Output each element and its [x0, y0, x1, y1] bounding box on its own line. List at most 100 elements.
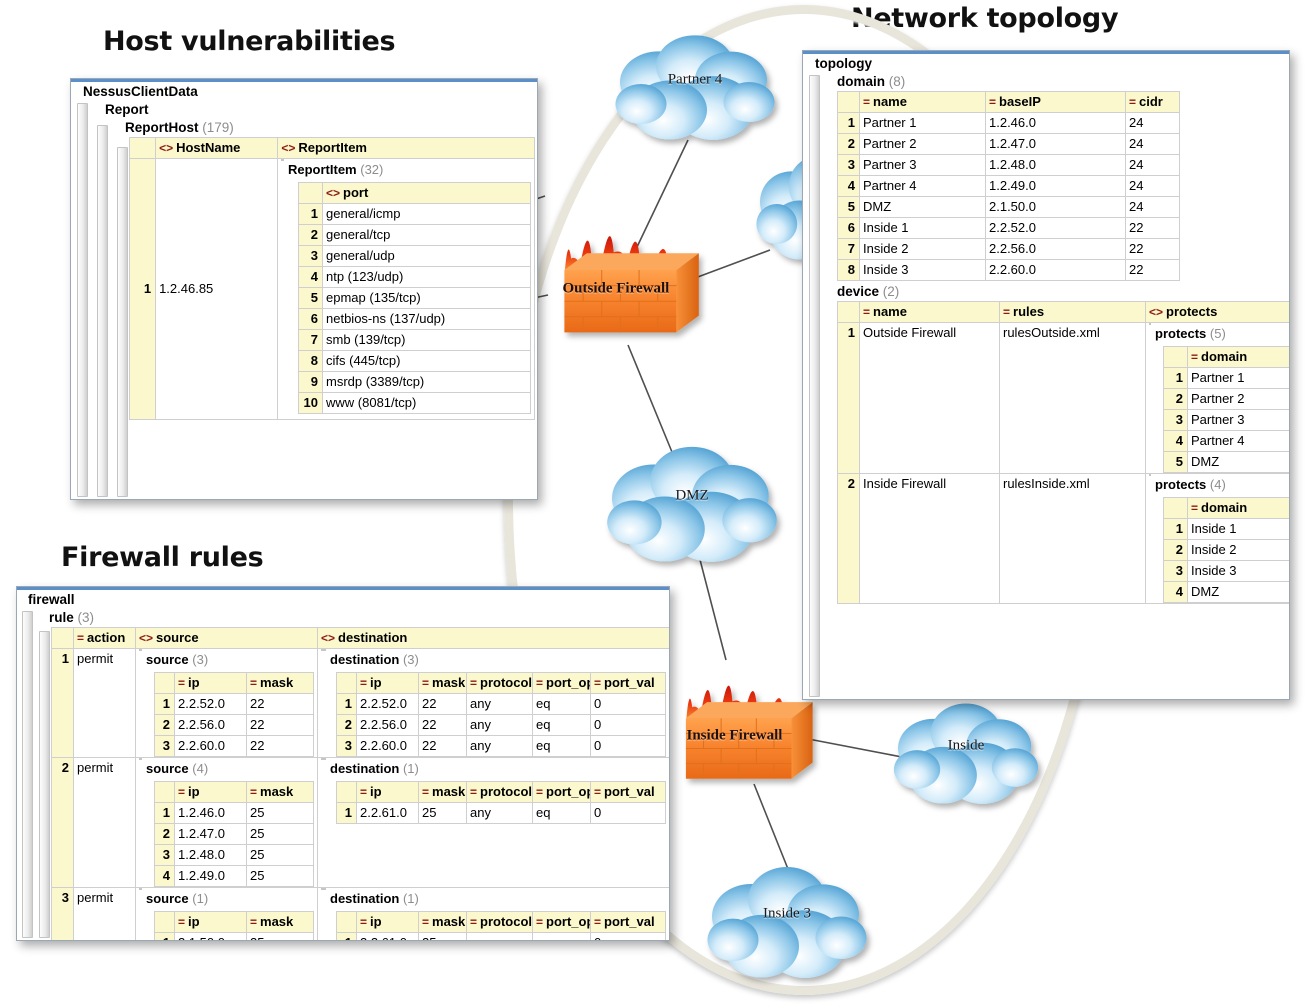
destination-col-ip[interactable]: = ip — [356, 781, 419, 803]
destination-row-protocol[interactable]: any — [466, 802, 533, 824]
domain-row-name[interactable]: Inside 3 — [859, 259, 986, 281]
protects-row-domain[interactable]: Partner 3 — [1187, 409, 1289, 431]
source-table[interactable]: =ip=mask12.1.50.025 — [154, 911, 314, 940]
device-row-rules[interactable]: rulesOutside.xml — [999, 322, 1146, 474]
domain-row-name[interactable]: Partner 1 — [859, 112, 986, 134]
destination-row-mask[interactable]: 25 — [418, 932, 467, 940]
source-node[interactable]: source (3) — [142, 650, 314, 673]
domain-row-baseip[interactable]: 1.2.49.0 — [985, 175, 1126, 197]
destination-node[interactable]: destination (1) — [326, 889, 666, 912]
domain-row-cidr[interactable]: 24 — [1125, 175, 1180, 197]
domain-col-name[interactable]: = name — [859, 91, 986, 113]
destination-table[interactable]: = ip = mask = protocol = port_op = port_val 1 2.2.5… — [336, 672, 666, 757]
domain-row-cidr[interactable]: 24 — [1125, 196, 1180, 218]
fw-row-destination-cell[interactable]: destination (1) = ip = mask = protocol = port_op… — [317, 757, 669, 888]
source-row-ip[interactable]: 1.2.49.0 — [174, 865, 247, 887]
destination-col-port-val[interactable]: = port_val — [590, 781, 666, 803]
protects-row-domain[interactable]: Inside 1 — [1187, 518, 1289, 540]
destination-row-ip[interactable]: 2.2.61.0 — [356, 802, 419, 824]
source-row-mask[interactable]: 25 — [246, 802, 314, 824]
destination-row-mask[interactable]: 25 — [418, 802, 467, 824]
source-table[interactable]: = ip = mask 1 2.2.52.0 22 2 2.2.56.0 22 3 2.2.60.0 2… — [154, 672, 314, 757]
destination-col-ip[interactable]: = ip — [356, 911, 419, 933]
network-topology-panel[interactable]: topology domain (8) = name = baseIP = cidr … — [802, 50, 1290, 700]
source-row-ip[interactable]: 1.2.47.0 — [174, 823, 247, 845]
source-col-ip[interactable]: = ip — [174, 781, 247, 803]
destination-col-mask[interactable]: = mask — [418, 781, 467, 803]
source-col-mask[interactable]: = mask — [246, 672, 314, 694]
domain-row-name[interactable]: Inside 2 — [859, 238, 986, 260]
destination-row-port-val[interactable]: 0 — [590, 932, 666, 940]
host-row-hostname[interactable]: 1.2.46.85 — [155, 158, 279, 420]
domain-row-cidr[interactable]: 22 — [1125, 217, 1180, 239]
destination-row-mask[interactable]: 22 — [418, 714, 467, 736]
destination-node[interactable]: destination (1) — [326, 759, 666, 782]
protects-row-domain[interactable]: Partner 4 — [1187, 430, 1289, 452]
fw-row-action[interactable]: permit — [73, 757, 136, 888]
destination-col-protocol[interactable]: = protocol — [466, 672, 533, 694]
source-node[interactable]: source (1) — [142, 889, 314, 912]
destination-row-protocol[interactable]: any — [466, 714, 533, 736]
domain-row-baseip[interactable]: 2.1.50.0 — [985, 196, 1126, 218]
port-row-value[interactable]: general/udp — [322, 245, 531, 267]
destination-row-port-op[interactable]: eq — [532, 932, 591, 940]
firewall-rules-table[interactable]: = action <> source <> destination 1 permit so… — [51, 627, 669, 940]
destination-col-protocol[interactable]: = protocol — [466, 911, 533, 933]
domain-row-name[interactable]: DMZ — [859, 196, 986, 218]
device-col-rules[interactable]: = rules — [999, 301, 1146, 323]
port-row-value[interactable]: smb (139/tcp) — [322, 329, 531, 351]
tree-rail-level1[interactable] — [77, 103, 88, 497]
destination-row-port-op[interactable]: eq — [532, 714, 591, 736]
destination-row-ip[interactable]: 2.2.61.0 — [356, 932, 419, 940]
tree-rail-topology[interactable] — [809, 75, 820, 697]
destination-table[interactable]: =ip=mask=protocol=port_op=port_val12.2.6… — [336, 911, 666, 940]
domain-row-name[interactable]: Partner 4 — [859, 175, 986, 197]
domain-table[interactable]: = name = baseIP = cidr 1 Partner 1 1.2.46.0 24… — [837, 91, 1283, 281]
source-row-ip[interactable]: 2.2.60.0 — [174, 735, 247, 757]
destination-col-port-op[interactable]: = port_op — [532, 781, 591, 803]
source-row-ip[interactable]: 1.2.46.0 — [174, 802, 247, 824]
destination-row-port-op[interactable]: eq — [532, 735, 591, 757]
destination-row-port-val[interactable]: 0 — [590, 714, 666, 736]
domain-row-cidr[interactable]: 24 — [1125, 154, 1180, 176]
destination-col-protocol[interactable]: = protocol — [466, 781, 533, 803]
destination-row-protocol[interactable]: any — [466, 693, 533, 715]
destination-row-mask[interactable]: 22 — [418, 735, 467, 757]
tree-rail-firewall[interactable] — [22, 611, 33, 938]
source-row-mask[interactable]: 25 — [246, 865, 314, 887]
source-col-mask[interactable]: = mask — [246, 911, 314, 933]
source-row-ip[interactable]: 2.1.50.0 — [174, 932, 247, 940]
host-node-reporthost[interactable]: ReportHost (179) — [109, 119, 537, 137]
port-row-value[interactable]: general/tcp — [322, 224, 531, 246]
protects-row-domain[interactable]: DMZ — [1187, 451, 1289, 473]
host-row-reportitem-cell[interactable]: ReportItem (32) <> port 1 general/icmp 2… — [277, 158, 535, 420]
source-col-mask[interactable]: = mask — [246, 781, 314, 803]
protects-node[interactable]: protects (5) — [1151, 324, 1289, 347]
host-col-reportitem[interactable]: <> ReportItem — [277, 137, 535, 159]
destination-row-port-op[interactable]: eq — [532, 693, 591, 715]
domain-row-baseip[interactable]: 1.2.48.0 — [985, 154, 1126, 176]
protects-table[interactable]: = domain 1 Inside 1 2 Inside 2 3 Inside 3 4 DMZ — [1163, 497, 1289, 603]
tree-rail-rule[interactable] — [39, 631, 50, 938]
protects-col-domain[interactable]: = domain — [1187, 346, 1289, 368]
device-col-protects[interactable]: <> protects — [1145, 301, 1289, 323]
destination-row-port-op[interactable]: eq — [532, 802, 591, 824]
port-row-value[interactable]: msrdp (3389/tcp) — [322, 371, 531, 393]
domain-row-baseip[interactable]: 2.2.52.0 — [985, 217, 1126, 239]
domain-row-baseip[interactable]: 2.2.56.0 — [985, 238, 1126, 260]
destination-node[interactable]: destination (3) — [326, 650, 666, 673]
destination-table[interactable]: =ip=mask=protocol=port_op=port_val12.2.6… — [336, 781, 666, 824]
destination-row-protocol[interactable]: any — [466, 932, 533, 940]
topology-node-device[interactable]: device (2) — [821, 283, 1289, 301]
port-row-value[interactable]: www (8081/tcp) — [322, 392, 531, 414]
destination-row-port-val[interactable]: 0 — [590, 735, 666, 757]
port-row-value[interactable]: epmap (135/tcp) — [322, 287, 531, 309]
port-row-value[interactable]: netbios-ns (137/udp) — [322, 308, 531, 330]
port-row-value[interactable]: cifs (445/tcp) — [322, 350, 531, 372]
destination-col-mask[interactable]: = mask — [418, 672, 467, 694]
port-table[interactable]: <> port 1 general/icmp 2 general/tcp 3 general… — [298, 182, 531, 414]
destination-row-port-val[interactable]: 0 — [590, 693, 666, 715]
port-col-port[interactable]: <> port — [322, 182, 531, 204]
topology-node-domain[interactable]: domain (8) — [821, 73, 1289, 91]
device-col-name[interactable]: = name — [859, 301, 1000, 323]
